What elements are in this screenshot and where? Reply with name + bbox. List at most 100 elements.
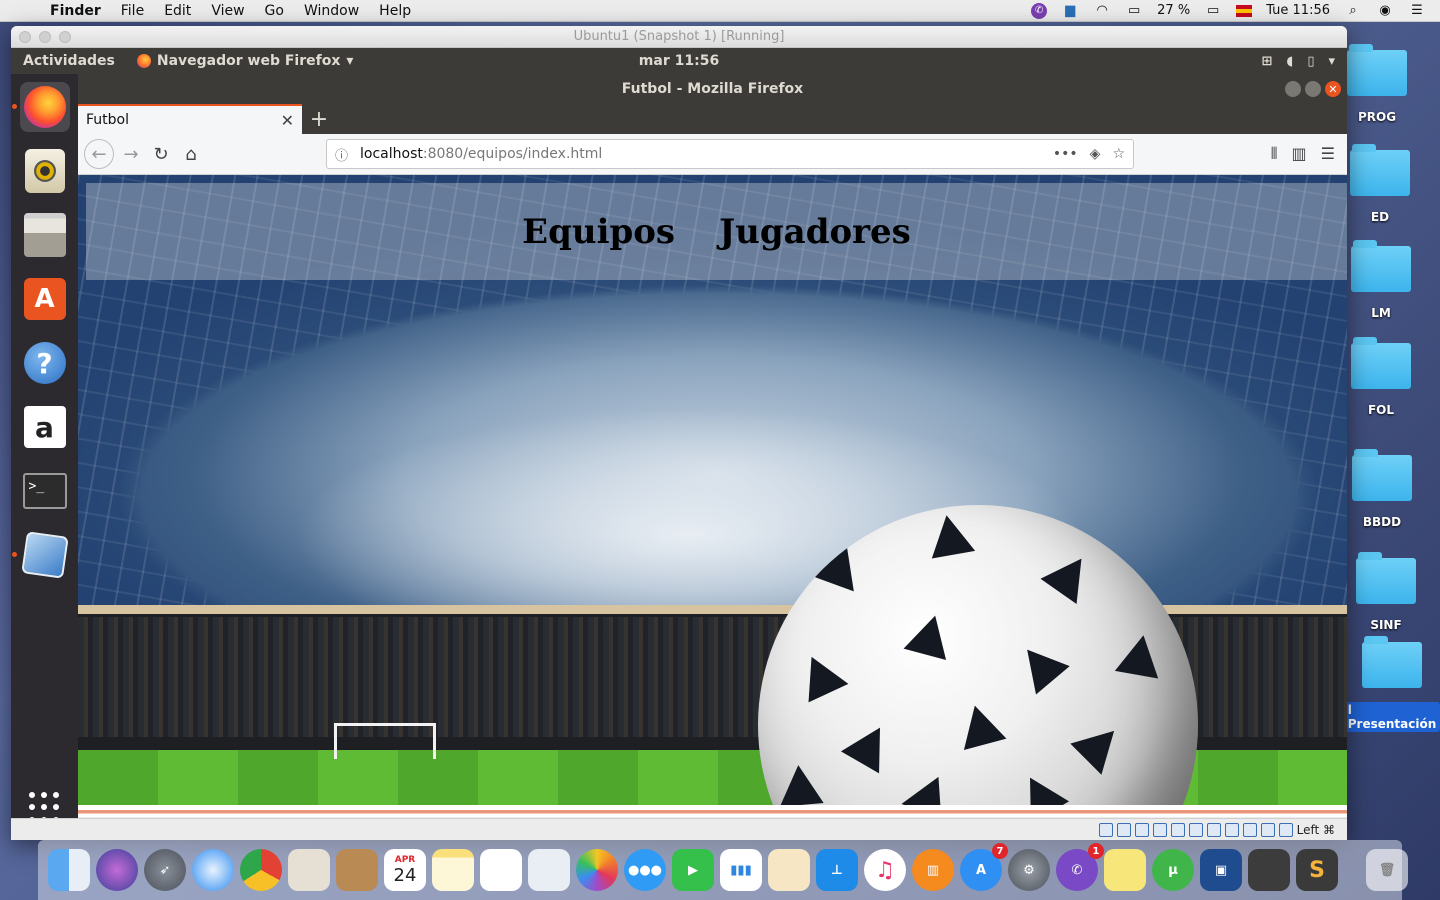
url-bar[interactable]: ⓘ localhost :8080/equipos/index.html •••… <box>326 139 1134 169</box>
minimize-window-button[interactable] <box>39 31 51 43</box>
dock-calendar[interactable]: APR 24 <box>384 849 426 891</box>
dock-numbers[interactable]: ▮▮▮ <box>720 849 762 891</box>
dock-virtualbox[interactable]: ▣ <box>1200 849 1242 891</box>
dock-stickies[interactable] <box>1104 849 1146 891</box>
sidebar-icon[interactable]: ▥ <box>1292 144 1307 164</box>
spotlight-search-icon[interactable]: ⌕ <box>1344 3 1362 19</box>
network-status-icon[interactable] <box>1152 822 1167 837</box>
dock-app-store[interactable]: A 7 <box>960 843 1008 891</box>
dock-amazon[interactable]: a <box>20 402 70 452</box>
dock-ubuntu-vm[interactable] <box>1248 849 1290 891</box>
menu-app-finder[interactable]: Finder <box>40 3 111 19</box>
forward-button[interactable]: → <box>116 139 146 169</box>
desktop-folder-lm[interactable]: LM <box>1336 240 1426 320</box>
viber-tray-icon[interactable]: ✆ <box>1031 2 1048 19</box>
desktop-folder-bbdd[interactable]: BBDD <box>1337 449 1427 529</box>
ubuntu-clock[interactable]: mar 11:56 <box>639 53 719 69</box>
menu-edit[interactable]: Edit <box>154 3 201 19</box>
pocket-icon[interactable]: ◈ <box>1090 146 1101 162</box>
dock-sublime-text[interactable]: S <box>1296 849 1338 891</box>
menu-view[interactable]: View <box>201 3 254 19</box>
new-tab-button[interactable]: + <box>302 104 336 134</box>
dock-system-preferences[interactable]: ⚙ <box>1008 849 1050 891</box>
dock-photo-booth[interactable] <box>528 849 570 891</box>
reload-button[interactable]: ↻ <box>146 139 176 169</box>
nav-link-equipos[interactable]: Equipos <box>522 212 675 252</box>
dock-chrome[interactable] <box>240 849 282 891</box>
close-tab-icon[interactable]: ✕ <box>281 111 294 130</box>
hamburger-menu-icon[interactable]: ☰ <box>1321 144 1335 164</box>
dock-viber[interactable]: ✆ 1 <box>1056 843 1104 891</box>
dock-contacts[interactable] <box>336 849 378 891</box>
desktop-folder-fol[interactable]: FOL <box>1336 337 1426 417</box>
keyboard-capture-icon[interactable] <box>1278 822 1293 837</box>
hdd-status-icon[interactable] <box>1098 822 1113 837</box>
input-source-flag-icon[interactable] <box>1236 4 1253 17</box>
menubar-clock[interactable]: Tue 11:56 <box>1266 3 1330 18</box>
desktop-folder-sinf[interactable]: SINF <box>1341 552 1431 632</box>
mouse-integration-icon[interactable] <box>1260 822 1275 837</box>
close-window-button[interactable] <box>19 31 31 43</box>
nav-link-jugadores[interactable]: Jugadores <box>719 212 911 252</box>
site-info-icon[interactable]: ⓘ <box>335 145 348 164</box>
maximize-button[interactable] <box>1305 81 1321 97</box>
dock-virtualbox[interactable] <box>11 530 70 580</box>
dock-photos[interactable] <box>576 849 618 891</box>
dock-ibooks[interactable]: ▥ <box>912 849 954 891</box>
dock-help[interactable]: ? <box>20 338 70 388</box>
recording-status-icon[interactable] <box>1224 822 1239 837</box>
battery-percent[interactable]: 27 % <box>1157 3 1190 18</box>
docker-tray-icon[interactable]: ▆ <box>1061 3 1079 19</box>
dock-utorrent[interactable]: µ <box>1152 849 1194 891</box>
shared-folders-icon[interactable] <box>1188 822 1203 837</box>
dock-files[interactable] <box>20 210 70 260</box>
siri-icon[interactable]: ◉ <box>1376 3 1394 19</box>
menu-file[interactable]: File <box>111 3 154 19</box>
menu-go[interactable]: Go <box>255 3 294 19</box>
dock-siri[interactable] <box>96 849 138 891</box>
dock-messages[interactable]: ●●● <box>624 849 666 891</box>
page-actions-icon[interactable]: ••• <box>1053 146 1078 162</box>
app-menu[interactable]: Navegador web Firefox ▾ <box>136 53 353 69</box>
dock-terminal[interactable]: >_ <box>20 466 70 516</box>
minimize-button[interactable] <box>1285 81 1301 97</box>
notification-center-icon[interactable]: ☰ <box>1408 3 1426 19</box>
bookmark-star-icon[interactable]: ☆ <box>1112 146 1125 162</box>
dock-facetime[interactable]: ▶ <box>672 849 714 891</box>
dock-software[interactable]: A <box>20 274 70 324</box>
dock-keynote[interactable]: ⊥ <box>816 849 858 891</box>
dock-notes[interactable] <box>432 849 474 891</box>
library-icon[interactable]: ⫴ <box>1271 144 1278 164</box>
dock-safari[interactable] <box>192 849 234 891</box>
cpu-status-icon[interactable] <box>1242 822 1257 837</box>
dock-firefox[interactable] <box>11 82 70 132</box>
audio-status-icon[interactable] <box>1134 822 1149 837</box>
dock-launchpad[interactable]: ➶ <box>144 849 186 891</box>
airplay-icon[interactable]: ▭ <box>1125 3 1143 19</box>
tab-futbol[interactable]: Futbol ✕ <box>78 104 302 134</box>
dock-pages[interactable] <box>768 849 810 891</box>
dock-rhythmbox[interactable] <box>20 146 70 196</box>
home-button[interactable]: ⌂ <box>176 139 206 169</box>
back-button[interactable]: ← <box>84 139 114 169</box>
display-status-icon[interactable] <box>1206 822 1221 837</box>
usb-status-icon[interactable] <box>1170 822 1185 837</box>
desktop-folder-ed[interactable]: ED <box>1335 144 1425 224</box>
dock-reminders[interactable] <box>480 849 522 891</box>
dock-finder[interactable] <box>48 849 90 891</box>
battery-icon[interactable]: ▭ <box>1204 3 1222 19</box>
menu-window[interactable]: Window <box>294 3 369 19</box>
menu-help[interactable]: Help <box>369 3 421 19</box>
wifi-icon[interactable]: ◠ <box>1093 3 1111 19</box>
close-button[interactable]: ✕ <box>1325 81 1341 97</box>
dock-trash[interactable]: 🗑 <box>1366 849 1408 891</box>
activities-button[interactable]: Actividades <box>11 53 115 69</box>
firefox-titlebar[interactable]: Futbol - Mozilla Firefox ✕ <box>78 74 1347 104</box>
desktop-folder-presentacion[interactable]: l Presentación <box>1343 636 1440 732</box>
system-tray[interactable]: ⊞ ◖ ▯ ▾ <box>1262 54 1335 69</box>
optical-drive-icon[interactable] <box>1116 822 1131 837</box>
dock-preview[interactable] <box>288 849 330 891</box>
zoom-window-button[interactable] <box>59 31 71 43</box>
dock-itunes[interactable]: ♫ <box>864 849 906 891</box>
vbox-titlebar[interactable]: Ubuntu1 (Snapshot 1) [Running] <box>11 26 1347 48</box>
